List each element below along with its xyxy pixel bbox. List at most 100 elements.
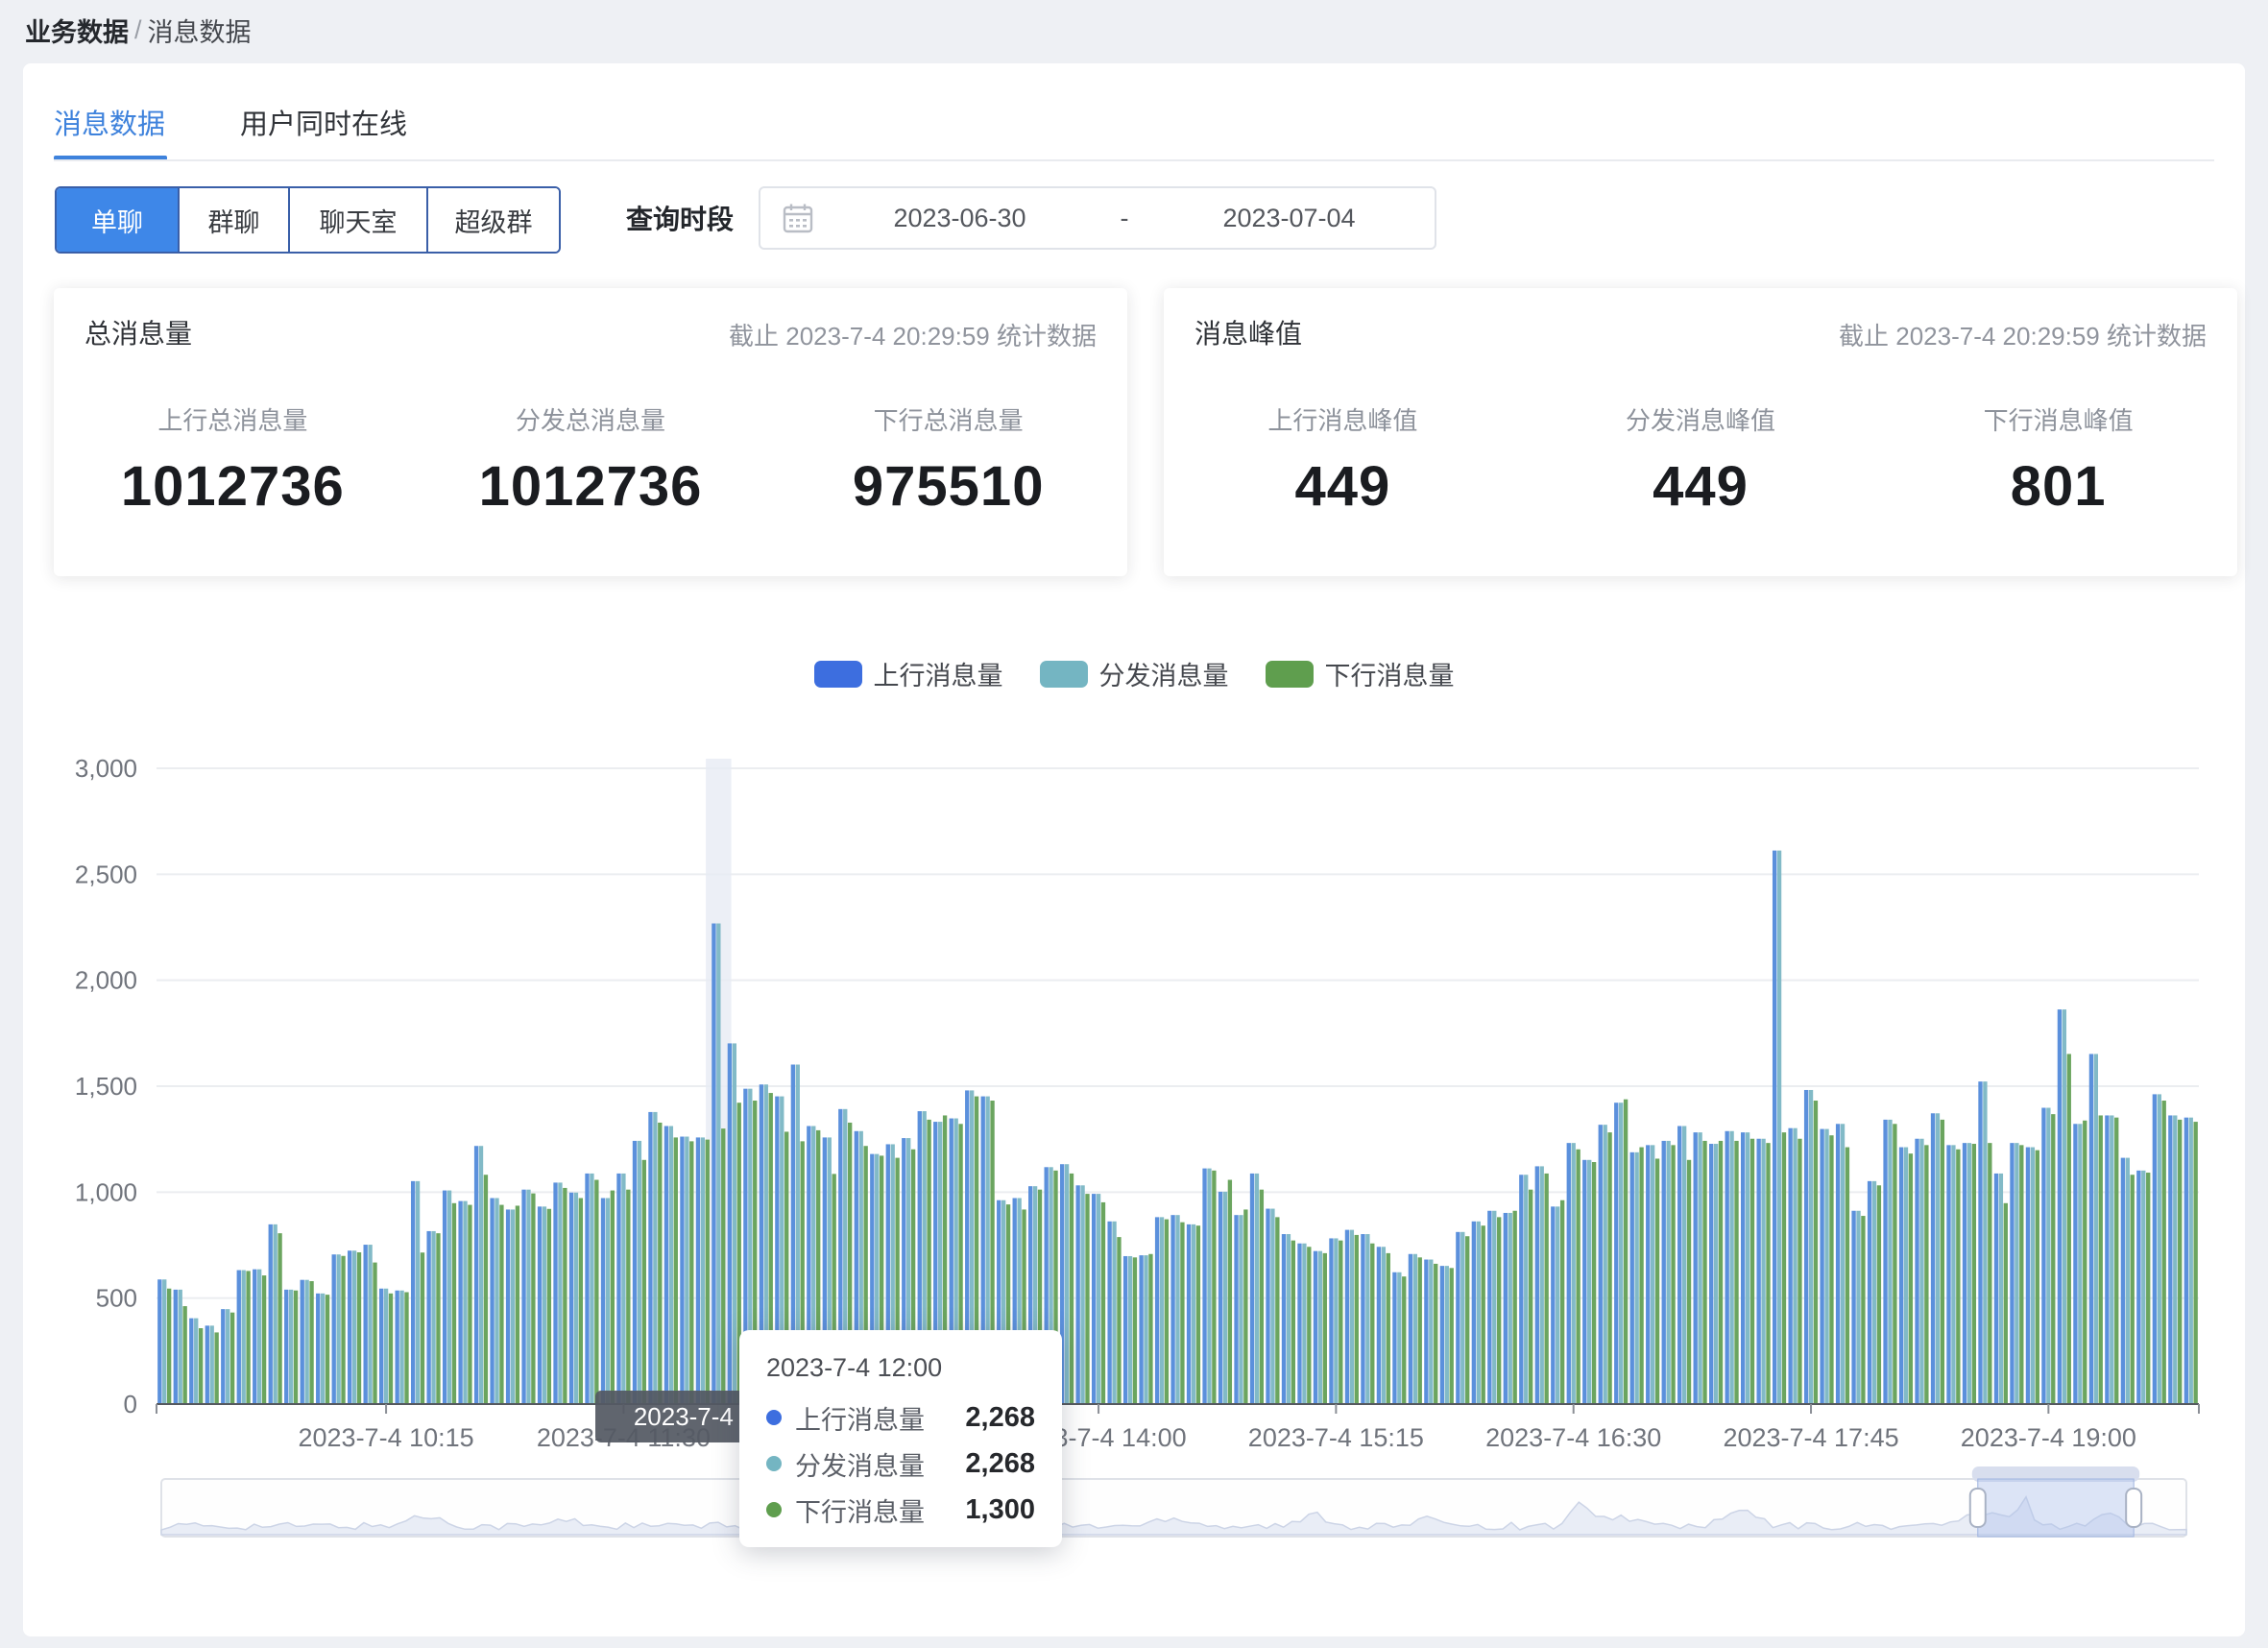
bar[interactable] xyxy=(436,1233,440,1404)
bar[interactable] xyxy=(1175,1215,1179,1404)
bar[interactable] xyxy=(1339,1241,1342,1404)
bar[interactable] xyxy=(1123,1256,1127,1404)
bar[interactable] xyxy=(1334,1238,1338,1404)
bar[interactable] xyxy=(2178,1120,2182,1404)
bar[interactable] xyxy=(1951,1145,1955,1404)
bar[interactable] xyxy=(2168,1115,2172,1404)
bar[interactable] xyxy=(1144,1255,1147,1404)
bar[interactable] xyxy=(332,1254,336,1404)
bar[interactable] xyxy=(1128,1256,1132,1404)
end-date[interactable]: 2023-07-04 xyxy=(1144,204,1435,233)
bar[interactable] xyxy=(1994,1174,1998,1404)
bar[interactable] xyxy=(1260,1190,1264,1404)
bar[interactable] xyxy=(1788,1128,1792,1404)
bar[interactable] xyxy=(1133,1257,1137,1404)
legend-item-upstream[interactable]: 上行消息量 xyxy=(814,655,1003,692)
bar[interactable] xyxy=(1560,1200,1564,1404)
bar[interactable] xyxy=(2126,1158,2130,1404)
bar[interactable] xyxy=(253,1270,256,1404)
bar[interactable] xyxy=(642,1160,646,1404)
bar[interactable] xyxy=(1729,1131,1733,1404)
bar[interactable] xyxy=(269,1224,273,1404)
bar[interactable] xyxy=(452,1203,456,1404)
bar[interactable] xyxy=(1228,1180,1232,1404)
bar[interactable] xyxy=(1719,1141,1723,1404)
bar[interactable] xyxy=(2136,1171,2140,1404)
bar[interactable] xyxy=(1619,1103,1623,1404)
bar[interactable] xyxy=(1065,1164,1069,1404)
bar[interactable] xyxy=(1307,1247,1311,1404)
bar[interactable] xyxy=(1529,1190,1532,1404)
bar-series-1[interactable] xyxy=(157,851,2188,1404)
bar[interactable] xyxy=(2031,1148,2035,1404)
bar[interactable] xyxy=(277,1233,281,1404)
bar[interactable] xyxy=(1877,1185,1881,1404)
bar[interactable] xyxy=(1291,1241,1295,1404)
bar[interactable] xyxy=(348,1250,351,1404)
bar[interactable] xyxy=(1750,1139,1754,1404)
bar[interactable] xyxy=(2015,1143,2018,1404)
bar[interactable] xyxy=(1250,1174,1254,1404)
bar[interactable] xyxy=(685,1137,688,1404)
bar[interactable] xyxy=(1599,1125,1603,1404)
bar[interactable] xyxy=(262,1275,266,1404)
bar[interactable] xyxy=(2110,1115,2113,1404)
bar[interactable] xyxy=(468,1205,471,1404)
bar[interactable] xyxy=(728,1043,732,1404)
bar[interactable] xyxy=(2153,1094,2157,1404)
bar[interactable] xyxy=(316,1294,320,1404)
bar[interactable] xyxy=(1387,1253,1390,1404)
bar[interactable] xyxy=(2105,1115,2109,1404)
bar[interactable] xyxy=(242,1271,246,1404)
bar[interactable] xyxy=(1698,1132,1701,1404)
bar[interactable] xyxy=(1329,1238,1333,1404)
datazoom-handle-left[interactable] xyxy=(1970,1489,1986,1527)
bar[interactable] xyxy=(1418,1257,1422,1404)
bar[interactable] xyxy=(511,1209,515,1404)
bar[interactable] xyxy=(1218,1192,1222,1404)
bar[interactable] xyxy=(357,1252,361,1404)
bar[interactable] xyxy=(1155,1217,1159,1404)
bar[interactable] xyxy=(395,1291,398,1404)
bar[interactable] xyxy=(1497,1217,1501,1404)
bar[interactable] xyxy=(294,1291,298,1404)
bar[interactable] xyxy=(1302,1244,1306,1404)
bar[interactable] xyxy=(1487,1211,1491,1404)
bar[interactable] xyxy=(1782,1132,1786,1404)
bar[interactable] xyxy=(1477,1222,1481,1404)
bar[interactable] xyxy=(538,1206,542,1404)
bar[interactable] xyxy=(547,1209,551,1404)
bar[interactable] xyxy=(664,1126,668,1404)
bar[interactable] xyxy=(1988,1143,1991,1404)
bar[interactable] xyxy=(1967,1143,1971,1404)
bar[interactable] xyxy=(1180,1223,1184,1404)
bar[interactable] xyxy=(1223,1192,1227,1404)
bar[interactable] xyxy=(1666,1141,1670,1404)
bar[interactable] xyxy=(1402,1276,1406,1404)
bar[interactable] xyxy=(326,1295,329,1404)
bar[interactable] xyxy=(1492,1211,1496,1404)
bar[interactable] xyxy=(1361,1234,1364,1404)
bar[interactable] xyxy=(1409,1254,1412,1404)
bar[interactable] xyxy=(1567,1143,1571,1404)
bar[interactable] xyxy=(1556,1206,1559,1404)
bar-chart-canvas[interactable]: 05001,0001,5002,0002,5003,0002023-7-4 10… xyxy=(23,697,2245,1636)
bar[interactable] xyxy=(289,1290,293,1404)
bar[interactable] xyxy=(1841,1124,1845,1404)
bar[interactable] xyxy=(1192,1224,1195,1404)
date-range-picker[interactable]: 2023-06-30 - 2023-07-04 xyxy=(759,186,1436,250)
bar[interactable] xyxy=(1234,1215,1238,1404)
bar[interactable] xyxy=(1070,1174,1074,1404)
bar[interactable] xyxy=(2094,1054,2098,1404)
bar[interactable] xyxy=(379,1289,383,1404)
bar[interactable] xyxy=(658,1123,662,1404)
bar[interactable] xyxy=(304,1280,308,1404)
bar[interactable] xyxy=(1872,1181,1876,1404)
bar[interactable] xyxy=(2194,1122,2198,1404)
bar[interactable] xyxy=(1741,1132,1745,1404)
bar[interactable] xyxy=(167,1289,171,1404)
bar[interactable] xyxy=(611,1191,615,1404)
bar[interactable] xyxy=(389,1294,393,1404)
bar[interactable] xyxy=(458,1201,462,1404)
bar[interactable] xyxy=(606,1199,610,1404)
